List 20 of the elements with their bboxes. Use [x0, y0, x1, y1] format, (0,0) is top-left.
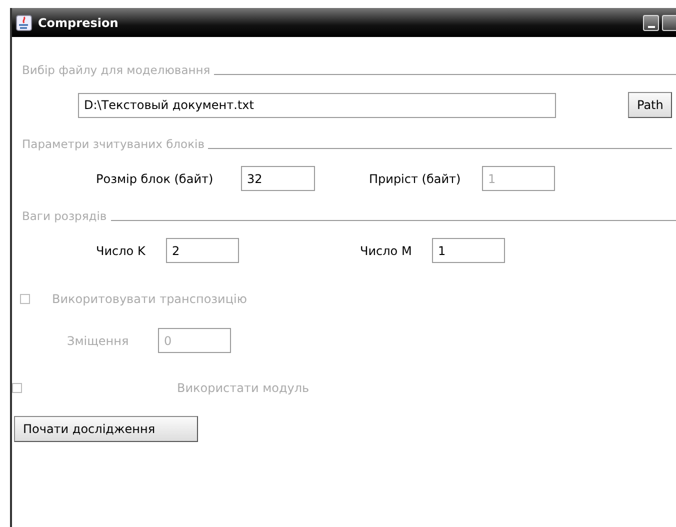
section-title: Параметри зчитуваних блоків [22, 137, 204, 151]
field-label: Зміщення [67, 334, 130, 348]
input-field[interactable]: 2 [166, 238, 239, 263]
field-label: Число M [360, 244, 413, 258]
path-button[interactable]: Path [628, 92, 672, 118]
field-label: Число K [96, 244, 146, 258]
checkbox-label: Викоритовувати транспозицію [52, 292, 247, 306]
minimize-button[interactable] [643, 14, 659, 30]
start-button[interactable]: Почати дослідження [14, 416, 198, 442]
app-icon [16, 14, 32, 30]
input-field[interactable]: 32 [241, 166, 315, 191]
section-title: Вибір файлу для моделювання [22, 63, 210, 77]
checkbox-label: Використати модуль [177, 381, 310, 395]
path-field[interactable]: D:\Текстовый документ.txt [78, 92, 556, 118]
field-label: Приріст (байт) [369, 172, 462, 186]
section-title: Ваги розрядів [22, 209, 107, 223]
window-title: Compresion [38, 16, 118, 30]
maximize-button[interactable] [662, 14, 676, 30]
input-field[interactable]: 1 [432, 238, 505, 263]
field-label: Розмір блок (байт) [96, 172, 214, 186]
